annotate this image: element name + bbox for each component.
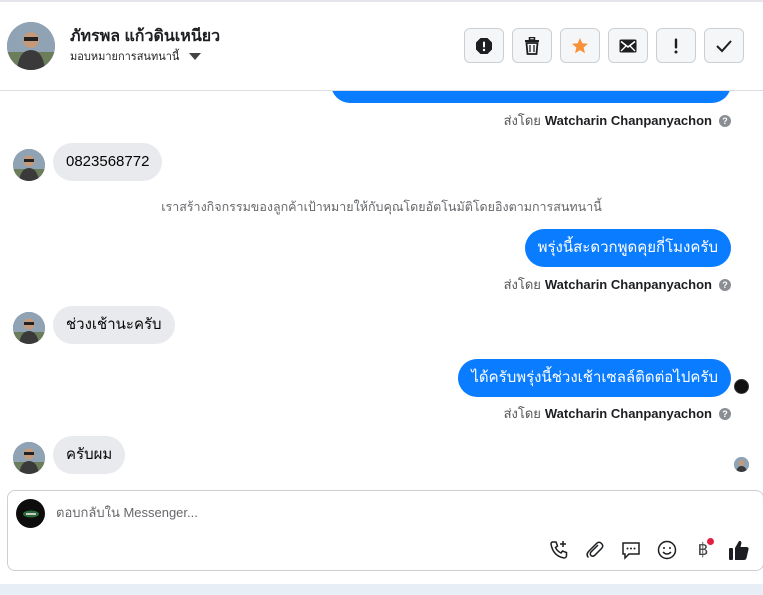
trash-icon xyxy=(525,36,539,55)
envelope-icon xyxy=(619,39,637,52)
seen-by-page-avatar xyxy=(734,379,749,394)
sent-by-prefix: ส่งโดย xyxy=(503,113,541,128)
customer-avatar xyxy=(13,312,45,344)
attach-button[interactable] xyxy=(583,538,607,562)
like-button[interactable] xyxy=(727,538,751,562)
mark-spam-button[interactable] xyxy=(464,28,504,63)
bottom-strip xyxy=(0,584,763,595)
message-bubble-incoming[interactable]: ช่วงเช้านะครับ xyxy=(53,306,175,344)
sent-by-label: ส่งโดย Watcharin Chanpanyachon ? xyxy=(504,110,731,131)
message-thread[interactable]: ส่งโดย Watcharin Chanpanyachon ? 0823568… xyxy=(0,91,763,489)
conversation-header: ภัทรพล แก้วดินเหนียว มอบหมายการสนทนานี้ xyxy=(0,0,763,91)
message-bubble-outgoing[interactable]: พรุ่งนี้สะดวกพูดคุยกี่โมงครับ xyxy=(524,229,731,267)
contact-name[interactable]: ภัทรพล แก้วดินเหนียว xyxy=(70,24,220,49)
caret-down-icon xyxy=(189,52,202,60)
conversation-toolbar xyxy=(464,28,744,63)
message-bubble-outgoing-partial xyxy=(331,91,731,103)
phone-add-icon xyxy=(550,541,568,559)
mark-done-button[interactable] xyxy=(704,28,744,63)
exclamation-icon xyxy=(674,38,678,53)
emoji-icon xyxy=(657,540,677,560)
check-icon xyxy=(716,39,732,52)
sender-name: Watcharin Chanpanyachon xyxy=(544,406,712,421)
sent-by-prefix: ส่งโดย xyxy=(503,277,541,292)
delete-button[interactable] xyxy=(512,28,552,63)
sent-by-label: ส่งโดย Watcharin Chanpanyachon ? xyxy=(504,403,731,424)
customer-avatar xyxy=(13,149,45,181)
reply-input[interactable] xyxy=(56,505,656,520)
saved-reply-icon xyxy=(622,542,640,560)
sender-name: Watcharin Chanpanyachon xyxy=(544,277,712,292)
system-activity-note: เราสร้างกิจกรรมของลูกค้าเป้าหมายให้กับคุ… xyxy=(161,200,602,214)
assign-label: มอบหมายการสนทนานี้ xyxy=(70,51,180,63)
seen-by-customer-avatar xyxy=(734,457,749,472)
page-avatar xyxy=(16,499,45,528)
help-icon[interactable]: ? xyxy=(719,407,731,420)
message-bubble-incoming[interactable]: ครับผม xyxy=(53,436,126,474)
help-icon[interactable]: ? xyxy=(719,114,731,127)
paperclip-icon xyxy=(586,541,604,559)
spam-icon xyxy=(476,37,492,54)
emoji-button[interactable] xyxy=(655,538,679,562)
top-divider xyxy=(0,0,763,2)
assign-conversation-dropdown[interactable]: มอบหมายการสนทนานี้ xyxy=(70,47,202,65)
contact-avatar[interactable] xyxy=(7,22,55,70)
call-button[interactable] xyxy=(547,538,571,562)
notification-dot xyxy=(707,538,714,545)
message-bubble-incoming[interactable]: 0823568772 xyxy=(53,143,163,181)
sender-name: Watcharin Chanpanyachon xyxy=(544,113,712,128)
sent-by-label: ส่งโดย Watcharin Chanpanyachon ? xyxy=(504,274,731,295)
message-bubble-outgoing[interactable]: ได้ครับพรุ่งนี้ช่วงเช้าเซลล์ติดต่อไปครับ xyxy=(458,359,731,397)
mark-unread-button[interactable] xyxy=(608,28,648,63)
star-button[interactable] xyxy=(560,28,600,63)
reply-composer: ฿ xyxy=(7,490,763,571)
customer-avatar xyxy=(13,442,45,474)
follow-up-button[interactable] xyxy=(656,28,696,63)
composer-tools: ฿ xyxy=(547,538,751,562)
star-icon xyxy=(572,37,588,53)
sent-by-prefix: ส่งโดย xyxy=(503,406,541,421)
saved-reply-button[interactable] xyxy=(619,538,643,562)
help-icon[interactable]: ? xyxy=(719,278,731,291)
thumbs-up-icon xyxy=(729,540,749,560)
payment-button[interactable]: ฿ xyxy=(691,538,715,562)
